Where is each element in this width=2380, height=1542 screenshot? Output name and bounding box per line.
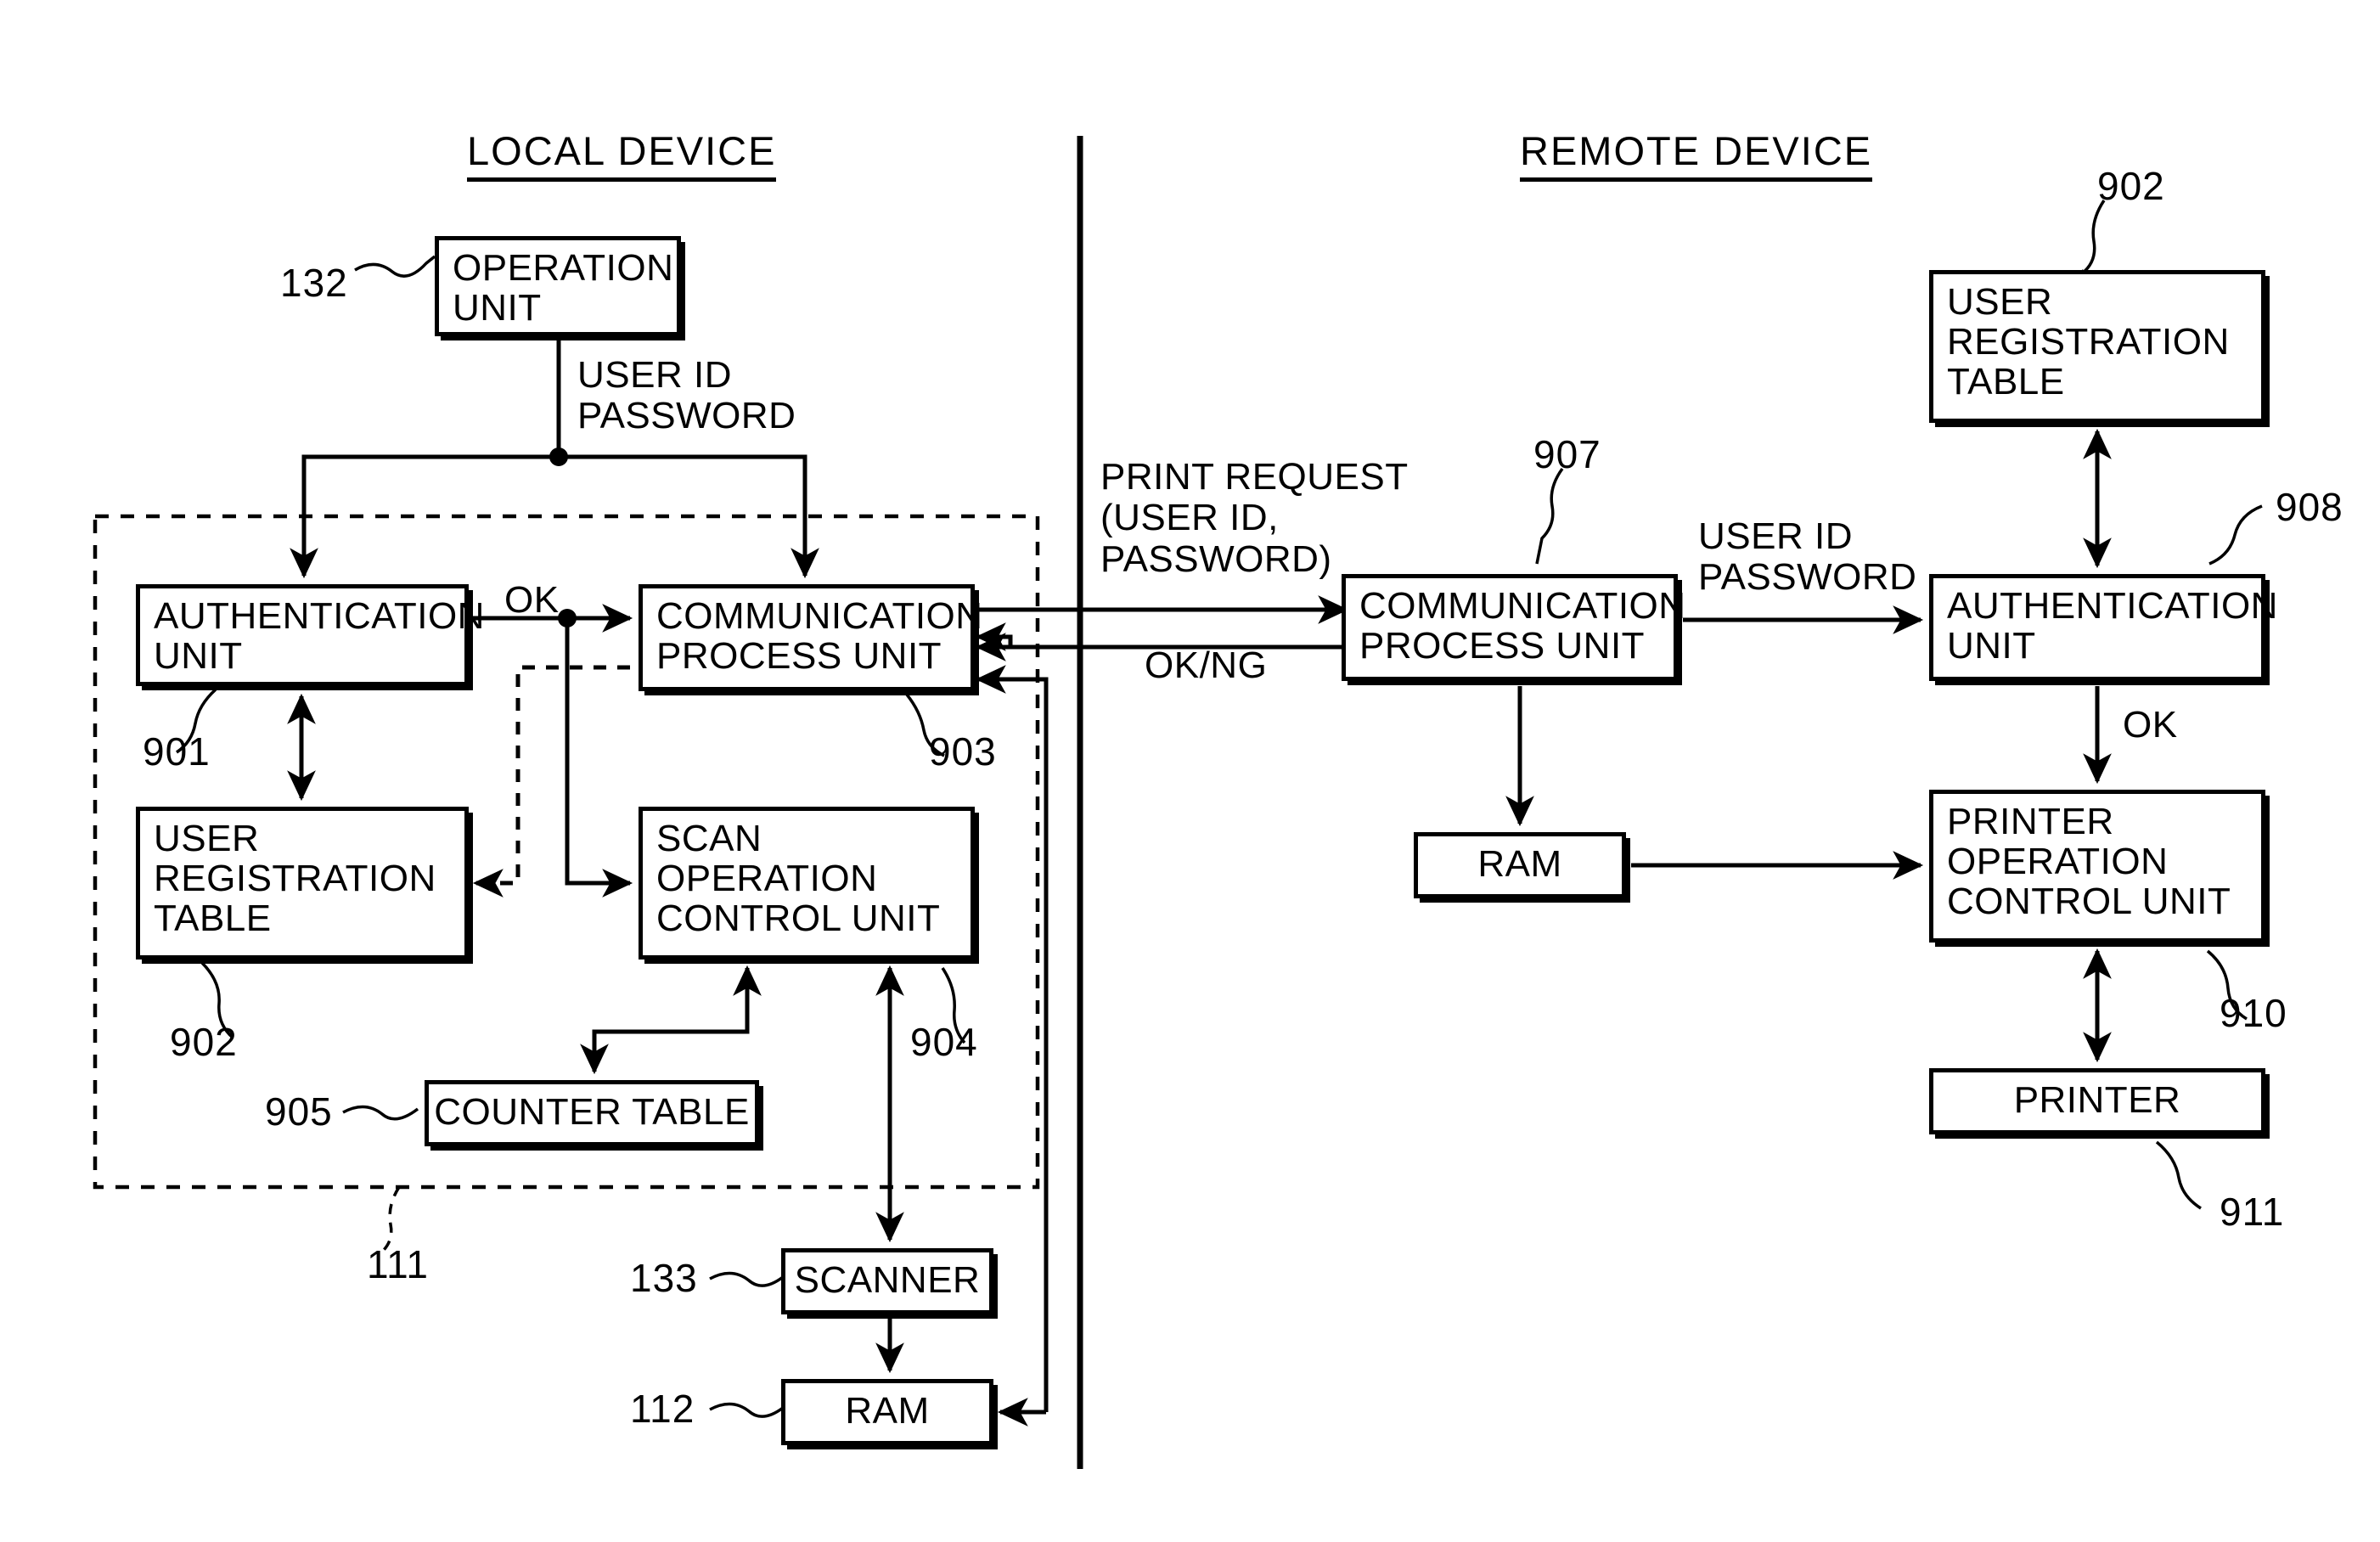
reference-numeral-903: 903 (929, 729, 997, 774)
box-label: USER REGISTRATION TABLE (1947, 281, 2230, 403)
reference-numeral-902-remote: 902 (2097, 164, 2165, 208)
box-label: SCANNER (794, 1259, 981, 1301)
reference-numeral-911: 911 (2220, 1190, 2285, 1234)
reference-numeral-904: 904 (910, 1020, 978, 1064)
box-user-registration-table-remote: USER REGISTRATION TABLE (1929, 270, 2265, 423)
box-ram-local: RAM (781, 1379, 993, 1445)
signal-label-ok-local: OK (504, 579, 560, 621)
box-label: RAM (1477, 843, 1562, 885)
box-label: COMMUNICATION PROCESS UNIT (1359, 585, 1686, 667)
box-label: AUTHENTICATION UNIT (154, 595, 485, 678)
signal-label-user-id-password-local: USER ID PASSWORD (577, 354, 796, 437)
heading-local-device: LOCAL DEVICE (467, 127, 777, 182)
reference-numeral-902-local: 902 (170, 1020, 238, 1064)
leader-908 (2208, 504, 2263, 566)
patent-figure-canvas: COMMUNICATION PROCESS UNIT (local) --> (0, 0, 2380, 1542)
box-label: USER REGISTRATION TABLE (154, 818, 436, 940)
signal-label-ok-ng: OK/NG (1145, 644, 1268, 686)
box-authentication-unit-local: AUTHENTICATION UNIT (136, 584, 485, 686)
reference-numeral-905: 905 (265, 1089, 333, 1134)
box-communication-process-unit-remote: COMMUNICATION PROCESS UNIT (1342, 574, 1686, 681)
signal-label-print-request: PRINT REQUEST (USER ID, PASSWORD) (1100, 456, 1409, 580)
leader-911 (2155, 1140, 2202, 1210)
box-operation-unit: OPERATION UNIT (435, 236, 681, 336)
box-label: PRINTER OPERATION CONTROL UNIT (1947, 801, 2231, 923)
box-label: PRINTER (2013, 1079, 2181, 1121)
reference-numeral-910: 910 (2220, 991, 2287, 1035)
box-label: AUTHENTICATION UNIT (1947, 585, 2278, 667)
box-label: COUNTER TABLE (434, 1091, 750, 1133)
reference-numeral-133: 133 (630, 1256, 698, 1300)
box-scanner: SCANNER (781, 1248, 993, 1314)
reference-numeral-111: 111 (367, 1242, 429, 1286)
reference-numeral-112: 112 (630, 1387, 695, 1431)
box-communication-process-unit-local: COMMUNICATION PROCESS UNIT (639, 584, 983, 691)
box-printer-operation-control-unit: PRINTER OPERATION CONTROL UNIT (1929, 790, 2265, 943)
leader-907 (1535, 467, 1564, 565)
box-label: RAM (845, 1390, 930, 1432)
box-label: COMMUNICATION PROCESS UNIT (656, 595, 983, 678)
reference-numeral-908: 908 (2276, 485, 2343, 529)
box-counter-table: COUNTER TABLE (425, 1080, 759, 1146)
box-ram-remote: RAM (1414, 832, 1626, 898)
leader-905 (342, 1105, 419, 1121)
heading-remote-device: REMOTE DEVICE (1520, 127, 1873, 182)
reference-numeral-907: 907 (1533, 432, 1601, 476)
signal-label-ok-remote: OK (2123, 704, 2178, 746)
reference-numeral-901: 901 (143, 729, 211, 774)
reference-numeral-132: 132 (280, 261, 348, 305)
box-label: SCAN OPERATION CONTROL UNIT (656, 818, 941, 940)
box-user-registration-table-local: USER REGISTRATION TABLE (136, 807, 469, 960)
leader-133 (709, 1271, 785, 1287)
box-scan-operation-control-unit: SCAN OPERATION CONTROL UNIT (639, 807, 975, 960)
box-authentication-unit-remote: AUTHENTICATION UNIT (1929, 574, 2278, 681)
signal-label-user-id-password-remote: USER ID PASSWORD (1698, 515, 1917, 599)
leader-112 (709, 1402, 785, 1418)
box-label: OPERATION UNIT (453, 247, 674, 329)
leader-132 (354, 255, 436, 278)
leader-902-remote (2080, 200, 2106, 275)
connector-layer: COMMUNICATION PROCESS UNIT (local) --> (93, 136, 2263, 1469)
box-printer: PRINTER (1929, 1068, 2265, 1134)
